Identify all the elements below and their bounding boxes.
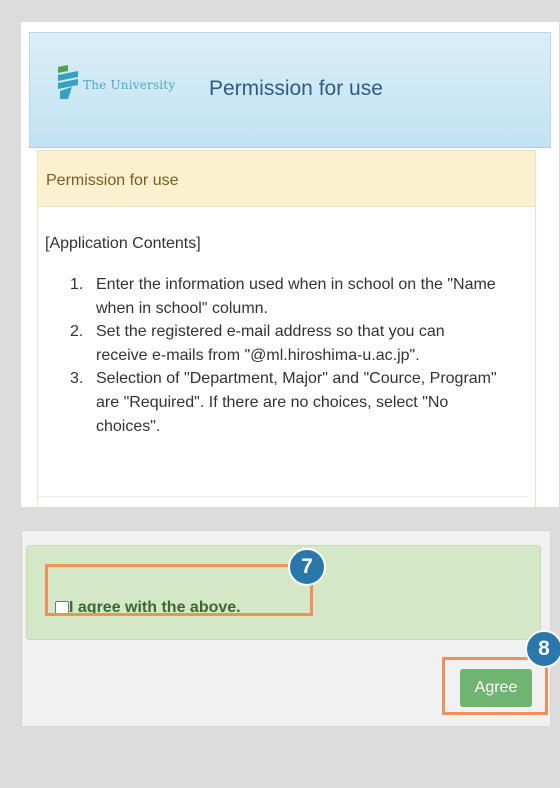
step-number: 2. [70,323,84,341]
step-text: Set the registered e-mail address so tha… [96,323,445,364]
page-header: The University Permission for use [29,32,551,148]
list-item: 2. Set the registered e-mail address so … [70,320,500,367]
logo-text: The University [83,78,176,92]
callout-badge-8: 8 [525,630,560,668]
callout-badge-7: 7 [288,548,326,586]
section-label: [Application Contents] [45,235,201,252]
notice-title: Permission for use [46,172,179,189]
step-text: Enter the information used when in schoo… [96,276,496,317]
agreement-panel: I agree with the above. 7 Agree 8 [21,530,560,727]
instructions-list: 1. Enter the information used when in sc… [70,273,500,438]
callout-highlight-7 [45,564,313,616]
step-text: Selection of "Department, Major" and "Co… [96,370,497,435]
step-number: 1. [70,276,84,293]
permission-panel: The University Permission for use Permis… [21,22,559,507]
notice-box: Permission for use [Application Contents… [37,150,536,507]
agree-button[interactable]: Agree [460,669,532,707]
step-number: 3. [70,370,84,388]
page-title: Permission for use [209,77,383,100]
notice-header: Permission for use [38,151,535,207]
list-item: 3. Selection of "Department, Major" and … [70,367,500,438]
university-logo-icon [58,65,78,99]
divider [37,496,528,497]
list-item: 1. Enter the information used when in sc… [70,273,500,320]
